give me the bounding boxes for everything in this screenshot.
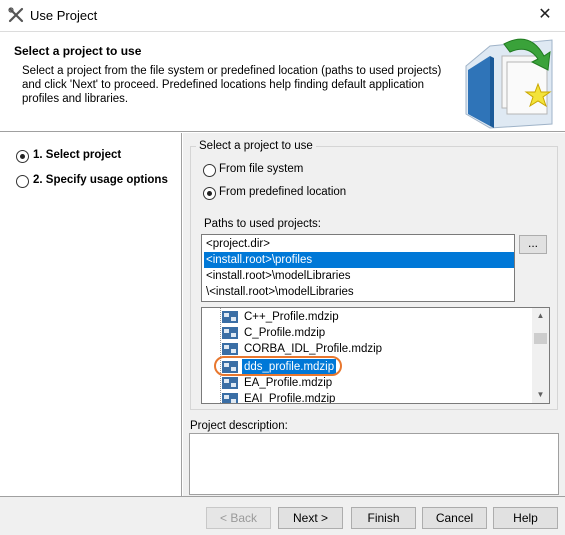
path-item[interactable]: \<install.root>\modelLibraries [204,284,514,300]
paths-label: Paths to used projects: [204,218,321,230]
wizard-steps-panel [0,133,182,496]
radio-dot [20,154,25,159]
close-icon: ✕ [538,6,552,23]
scrollbar-thumb[interactable] [534,333,547,344]
from-predefined-location-radio[interactable] [203,187,216,200]
model-file-icon [222,393,238,403]
step-1-label[interactable]: 1. Select project [33,149,121,161]
file-row[interactable]: C_Profile.mdzip [202,325,534,341]
browse-button[interactable]: ... [519,235,547,254]
highlight-ring [214,356,342,376]
group-title: Select a project to use [196,140,316,152]
next-button[interactable]: Next > [278,507,343,529]
model-file-icon [222,377,238,389]
model-file-icon [222,311,238,323]
step-2-radio[interactable] [16,175,29,188]
back-button[interactable]: < Back [206,507,271,529]
window-title: Use Project [30,8,98,23]
from-file-system-label[interactable]: From file system [219,163,303,175]
finish-button[interactable]: Finish [351,507,416,529]
step-1-radio[interactable] [16,150,29,163]
project-folder-arrow-star-icon [460,26,560,130]
step-2-label[interactable]: 2. Specify usage options [33,174,168,186]
project-description-box[interactable] [189,433,559,495]
file-row[interactable]: EA_Profile.mdzip [202,375,534,391]
file-name: CORBA_IDL_Profile.mdzip [244,343,383,355]
file-name: EAI_Profile.mdzip [244,393,336,404]
scroll-down-arrow-icon[interactable]: ▼ [532,387,549,403]
close-button[interactable]: ✕ [530,3,560,27]
header-title: Select a project to use [14,44,142,58]
help-button[interactable]: Help [493,507,558,529]
cancel-button[interactable]: Cancel [422,507,487,529]
file-name: EA_Profile.mdzip [244,377,333,389]
radio-dot [207,191,212,196]
header-description: Select a project from the file system or… [22,65,442,105]
model-file-icon [222,343,238,355]
path-item-selected[interactable]: <install.root>\profiles [204,252,514,268]
scroll-up-arrow-icon[interactable]: ▲ [532,308,549,324]
path-item[interactable]: <install.root>\modelLibraries [204,268,514,284]
file-name: C_Profile.mdzip [244,327,326,339]
project-description-label: Project description: [190,420,288,432]
model-file-icon [222,327,238,339]
file-row[interactable]: EAI_Profile.mdzip [202,391,534,404]
from-predefined-location-label[interactable]: From predefined location [219,186,346,198]
file-row[interactable]: CORBA_IDL_Profile.mdzip [202,341,534,357]
paths-list[interactable]: <project.dir> <install.root>\profiles <i… [201,234,515,302]
wrench-x-icon [8,7,24,23]
file-name: C++_Profile.mdzip [244,311,339,323]
path-item[interactable]: <project.dir> [204,236,514,252]
file-row[interactable]: C++_Profile.mdzip [202,309,534,325]
from-file-system-radio[interactable] [203,164,216,177]
